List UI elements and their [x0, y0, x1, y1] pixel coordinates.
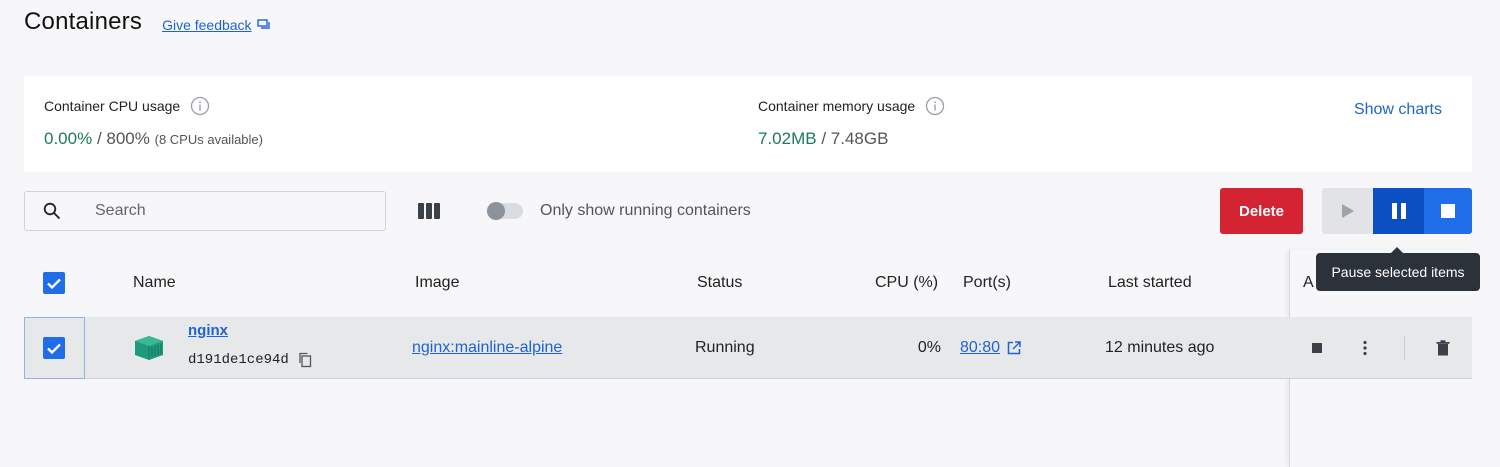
cpu-total-value: / 800%	[96, 129, 150, 148]
toggle-knob	[487, 202, 505, 220]
delete-button[interactable]: Delete	[1220, 188, 1303, 234]
select-all-checkbox[interactable]	[43, 272, 65, 294]
container-port-label: 80:80	[960, 339, 1001, 356]
table-header: Name Image Status CPU (%) Port(s) Last s…	[24, 260, 1472, 306]
copy-icon[interactable]	[298, 352, 312, 368]
pause-selected-button[interactable]	[1373, 188, 1424, 234]
stop-selected-button[interactable]	[1424, 188, 1472, 234]
search-input[interactable]	[95, 202, 355, 220]
columns-icon	[418, 203, 440, 219]
memory-usage-label: Container memory usage	[758, 98, 916, 114]
container-image-link[interactable]: nginx:mainline-alpine	[412, 339, 562, 357]
table-row[interactable]: nginx d191de1ce94d nginx:mainline-alpine…	[24, 317, 1472, 379]
running-only-label: Only show running containers	[540, 202, 751, 219]
external-link-icon	[1007, 341, 1021, 355]
container-action-group	[1322, 188, 1472, 234]
info-icon[interactable]	[190, 96, 210, 116]
container-id: d191de1ce94d	[188, 352, 289, 368]
container-last-started: 12 minutes ago	[1105, 339, 1215, 356]
column-header-status[interactable]: Status	[697, 274, 742, 292]
usage-stats-panel: Container CPU usage 0.00% / 800% (8 CPUs…	[24, 76, 1472, 172]
feedback-icon	[256, 19, 270, 29]
info-icon[interactable]	[925, 96, 945, 116]
page-header: Containers Give feedback	[24, 8, 270, 36]
column-header-name[interactable]: Name	[133, 274, 176, 292]
start-selected-button[interactable]	[1322, 188, 1373, 234]
give-feedback-link[interactable]: Give feedback	[162, 17, 270, 33]
search-icon	[43, 202, 61, 220]
container-name-link[interactable]: nginx	[188, 322, 228, 339]
container-icon	[135, 336, 163, 360]
column-header-ports[interactable]: Port(s)	[963, 274, 1011, 292]
check-icon	[47, 343, 61, 354]
container-cpu: 0%	[917, 339, 941, 356]
column-header-image[interactable]: Image	[415, 274, 459, 292]
cpu-usage-stat: Container CPU usage 0.00% / 800% (8 CPUs…	[44, 96, 263, 149]
row-more-button[interactable]	[1354, 337, 1376, 359]
pause-icon	[1391, 203, 1406, 219]
memory-usage-stat: Container memory usage 7.02MB / 7.48GB	[758, 96, 945, 149]
container-status: Running	[695, 339, 755, 356]
cpu-used-value: 0.00%	[44, 129, 93, 148]
show-charts-link[interactable]: Show charts	[1354, 101, 1442, 119]
stop-icon	[1312, 343, 1322, 353]
actions-divider	[1404, 336, 1405, 360]
trash-icon	[1436, 340, 1450, 356]
cpu-usage-label: Container CPU usage	[44, 98, 181, 114]
play-icon	[1341, 204, 1354, 218]
running-only-toggle[interactable]	[487, 202, 523, 220]
page-title: Containers	[24, 8, 143, 35]
pause-tooltip: Pause selected items	[1316, 247, 1480, 291]
columns-toggle-button[interactable]	[416, 200, 442, 222]
row-actions	[1290, 317, 1472, 379]
search-box	[24, 191, 386, 231]
memory-total-value: / 7.48GB	[821, 129, 889, 148]
container-port-link[interactable]: 80:80	[960, 339, 1021, 357]
more-vertical-icon	[1363, 340, 1367, 356]
row-checkbox[interactable]	[43, 337, 65, 359]
row-delete-button[interactable]	[1432, 337, 1454, 359]
column-header-cpu[interactable]: CPU (%)	[875, 274, 938, 292]
give-feedback-label: Give feedback	[162, 17, 252, 33]
stop-icon	[1441, 204, 1455, 218]
column-header-last-started[interactable]: Last started	[1108, 274, 1192, 292]
check-icon	[47, 278, 61, 289]
cpu-available-note: (8 CPUs available)	[154, 132, 263, 147]
row-stop-button[interactable]	[1306, 337, 1328, 359]
row-select-cell	[24, 317, 85, 379]
memory-used-value: 7.02MB	[758, 129, 817, 148]
